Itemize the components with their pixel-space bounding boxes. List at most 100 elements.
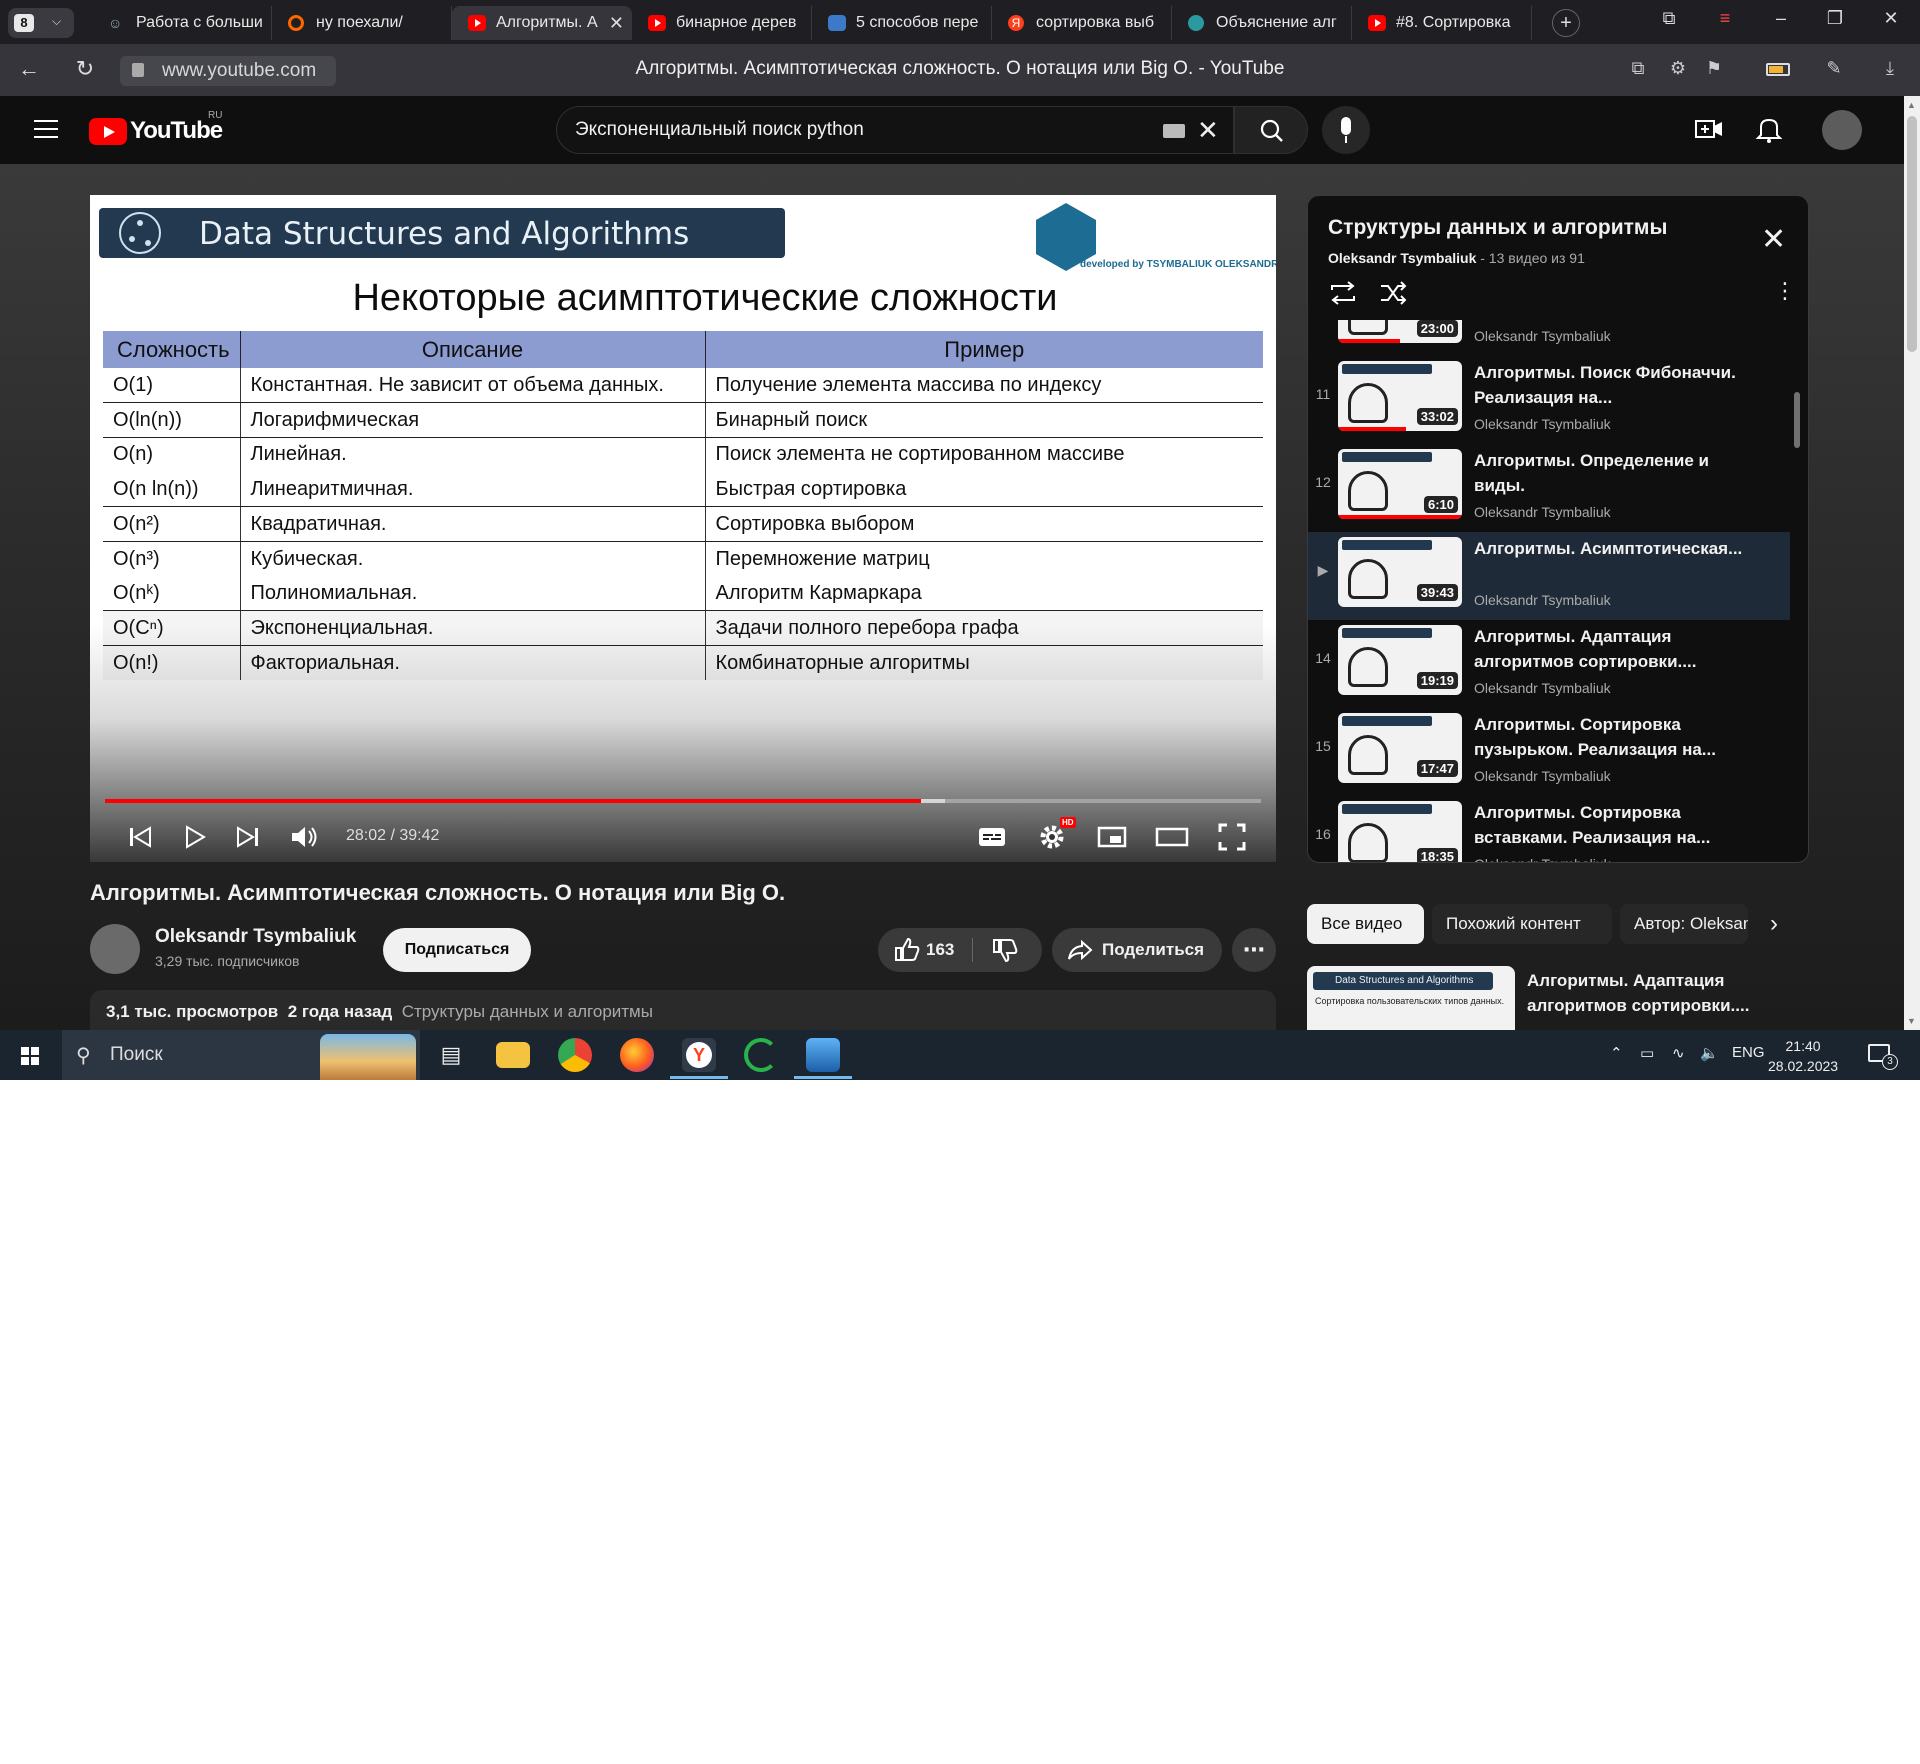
close-window-button[interactable]: ✕ [1876,8,1906,29]
channel-name[interactable]: Oleksandr Tsymbaliuk [155,926,356,948]
next-icon[interactable] [230,819,266,855]
playlist-more-icon[interactable]: ⋮ [1774,278,1796,304]
voice-search-icon[interactable] [1322,106,1370,154]
playlist-item-channel[interactable]: Oleksandr Tsymbaliuk [1474,768,1611,784]
menu-icon[interactable]: ≡ [1710,8,1740,29]
filter-chip[interactable]: Все видео [1307,904,1424,944]
loop-icon[interactable] [1328,280,1358,313]
playlist-item-channel[interactable]: Oleksandr Tsymbaliuk [1474,592,1611,608]
file-explorer-icon[interactable] [496,1042,530,1068]
browser-tab[interactable]: ну поехали/ [272,6,452,40]
playlist-item-thumbnail[interactable]: 23:00 [1338,320,1462,343]
playlist-item[interactable]: 14 19:19 Алгоритмы. Адаптация алгоритмов с… [1308,620,1790,708]
loading-app-icon[interactable] [744,1038,778,1072]
battery-saver-icon[interactable] [1766,63,1790,76]
yandex-browser-icon[interactable]: Y [670,1038,728,1079]
taskbar-clock[interactable]: 21:40 28.02.2023 [1768,1036,1838,1076]
progress-bar[interactable] [105,799,1261,803]
playlist-item-title[interactable]: Алгоритмы. Поиск Фибоначчи. Реализация н… [1474,360,1764,410]
playlist-item-title[interactable]: Алгоритмы. Асимптотическая... [1474,536,1764,586]
playlist-scrollbar[interactable] [1794,392,1800,448]
playlist-link[interactable]: Структуры данных и алгоритмы [402,1002,653,1021]
playlist-item-thumbnail[interactable]: 39:43 [1338,537,1462,607]
volume-icon[interactable] [286,819,322,855]
dislike-button[interactable] [990,928,1018,989]
filter-chip[interactable]: Похожий контент [1432,904,1612,944]
youtube-logo-text[interactable]: YouTube [130,117,223,145]
account-avatar[interactable] [1822,110,1862,150]
collections-icon[interactable]: ⧉ [1654,8,1684,29]
keyboard-icon[interactable] [1163,124,1185,138]
recommendation-thumbnail[interactable]: Data Structures and Algorithms Сортировк… [1307,966,1515,1030]
taskbar-search[interactable]: ⚲ Поиск [62,1030,420,1080]
previous-icon[interactable] [122,819,158,855]
minimize-button[interactable]: – [1766,8,1796,29]
more-actions-icon[interactable]: ⋯ [1232,928,1276,972]
task-view-icon[interactable]: ▤ [434,1038,468,1072]
playlist-item[interactable]: 16 18:35 Алгоритмы. Сортировка вставками. … [1308,796,1790,862]
chrome-icon[interactable] [558,1038,592,1072]
tray-volume-icon[interactable]: 🔈 [1700,1044,1719,1062]
subtitles-icon[interactable] [974,819,1010,855]
sidebar-icon[interactable]: ✎ [1822,58,1846,82]
download-icon[interactable]: ⤓ [1878,58,1902,82]
browser-tab[interactable]: бинарное дерев [632,6,812,40]
scrollbar-thumb[interactable] [1907,116,1917,352]
browser-tab[interactable]: Ясортировка выб [992,6,1172,40]
playlist-item-channel[interactable]: Oleksandr Tsymbaliuk [1474,416,1611,432]
subscribe-button[interactable]: Подписаться [383,928,531,972]
playlist-item[interactable]: 23:00 Oleksandr Tsymbaliuk [1308,320,1790,356]
description-box[interactable]: 3,1 тыс. просмотров 2 года назад Структу… [90,990,1276,1030]
new-tab-button[interactable]: + [1552,9,1580,37]
tray-chevron-up-icon[interactable]: ⌃ [1610,1044,1623,1062]
scroll-up-icon[interactable]: ▲ [1907,100,1916,110]
scroll-down-icon[interactable]: ▼ [1907,1016,1916,1026]
shuffle-icon[interactable] [1378,280,1408,313]
fullscreen-icon[interactable] [1214,819,1250,855]
playlist-title[interactable]: Структуры данных и алгоритмы [1328,216,1667,240]
playlist-item-channel[interactable]: Oleksandr Tsymbaliuk [1474,328,1611,344]
playlist-item-title[interactable]: Алгоритмы. Сортировка пузырьком. Реализа… [1474,712,1764,762]
restore-button[interactable]: ❐ [1820,8,1850,29]
clear-search-icon[interactable]: ✕ [1197,115,1219,146]
browser-tab[interactable]: #8. Сортировка [1352,6,1532,40]
tab-counter-button[interactable]: 8 ⌵ [8,8,74,38]
share-button[interactable]: Поделиться [1052,928,1222,972]
browser-tab[interactable]: Алгоритмы. А ✕ [452,6,632,40]
bookmark-icon[interactable]: ⚑ [1702,58,1726,82]
create-video-icon[interactable] [1694,114,1724,151]
playlist-item-thumbnail[interactable]: 33:02 [1338,361,1462,431]
playlist-item-channel[interactable]: Oleksandr Tsymbaliuk [1474,680,1611,696]
playlist-item[interactable]: ▶ 39:43 Алгоритмы. Асимптотическая... Oleks… [1308,532,1790,620]
playlist-owner[interactable]: Oleksandr Tsymbaliuk [1328,250,1476,266]
close-playlist-icon[interactable]: ✕ [1761,222,1786,257]
miniplayer-icon[interactable] [1094,819,1130,855]
search-input[interactable] [575,107,1135,153]
playlist-item[interactable]: 12 6:10 Алгоритмы. Определение и виды. Olek… [1308,444,1790,532]
notifications-bell-icon[interactable] [1754,114,1784,151]
filter-chip[interactable]: Автор: Oleksandr Tsymbaliuk [1620,904,1748,944]
playlist-item-channel[interactable]: Oleksandr Tsymbaliuk [1474,856,1611,862]
playlist-item-thumbnail[interactable]: 17:47 [1338,713,1462,783]
video-player[interactable]: Data Structures and Algorithms developed… [90,195,1276,862]
recommendation-title[interactable]: Алгоритмы. Адаптация алгоритмов сортиров… [1527,968,1767,1018]
youtube-logo-icon[interactable] [89,118,127,145]
playlist-item-title[interactable]: Алгоритмы. Адаптация алгоритмов сортиров… [1474,624,1764,674]
page-scrollbar[interactable]: ▲ ▼ [1904,96,1920,1030]
browser-tab[interactable]: ☺ Работа с больши [92,6,272,40]
photos-icon[interactable] [794,1038,852,1079]
tray-battery-icon[interactable]: ▭ [1640,1044,1654,1062]
playlist-item-thumbnail[interactable]: 19:19 [1338,625,1462,695]
windows-start-icon[interactable] [21,1047,39,1065]
notification-center-icon[interactable]: 3 [1868,1044,1898,1070]
playlist-item-title[interactable]: Алгоритмы. Определение и виды. [1474,448,1764,498]
translate-icon[interactable]: ⧉ [1626,58,1650,82]
playlist-item[interactable]: 11 33:02 Алгоритмы. Поиск Фибоначчи. Реали… [1308,356,1790,444]
playlist-item-thumbnail[interactable]: 18:35 [1338,801,1462,862]
channel-avatar[interactable] [90,924,140,974]
play-icon[interactable] [176,819,212,855]
close-tab-icon[interactable]: ✕ [609,6,624,40]
hamburger-menu-icon[interactable] [34,120,58,138]
playlist-item-channel[interactable]: Oleksandr Tsymbaliuk [1474,504,1611,520]
input-language[interactable]: ENG [1732,1044,1765,1061]
